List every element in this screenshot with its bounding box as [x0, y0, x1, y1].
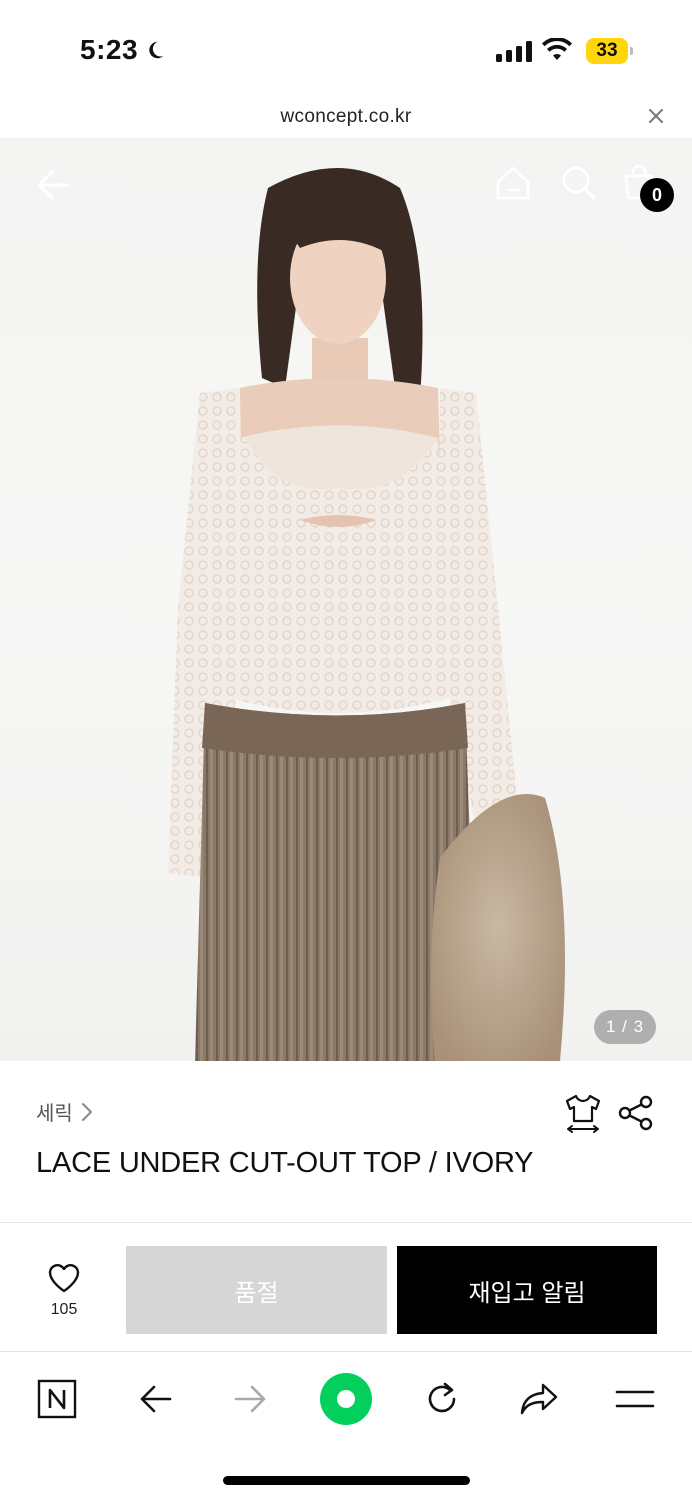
- browser-toolbar: [0, 1352, 692, 1500]
- brand-name[interactable]: 세릭: [36, 1097, 73, 1126]
- product-photo: [168, 168, 565, 1061]
- product-info: 세릭 LACE UNDER CUT-OUT TOP / IVORY: [0, 1061, 692, 1223]
- image-page-indicator: 1 / 3: [594, 1010, 656, 1044]
- product-image[interactable]: 0 1 / 3: [0, 138, 692, 1061]
- forward-icon[interactable]: [233, 1381, 269, 1417]
- search-icon[interactable]: [560, 164, 598, 202]
- heart-icon[interactable]: [47, 1262, 81, 1294]
- menu-icon[interactable]: [615, 1384, 655, 1414]
- product-title: LACE UNDER CUT-OUT TOP / IVORY: [36, 1147, 534, 1179]
- size-guide-icon[interactable]: [564, 1093, 602, 1133]
- wifi-icon: [542, 38, 572, 60]
- url-bar[interactable]: wconcept.co.kr: [0, 100, 692, 138]
- hero-nav: 0: [0, 138, 692, 238]
- reload-icon[interactable]: [423, 1380, 461, 1418]
- clock-time: 5:23: [80, 34, 139, 65]
- close-icon[interactable]: [646, 106, 666, 126]
- naver-n-icon[interactable]: [37, 1379, 77, 1419]
- green-dot-button[interactable]: [319, 1372, 373, 1426]
- purchase-action-bar: 105 품절 재입고 알림: [0, 1224, 692, 1352]
- naver-home-button[interactable]: [32, 1374, 82, 1424]
- reload-button[interactable]: [417, 1374, 467, 1424]
- back-arrow-icon[interactable]: [34, 166, 72, 204]
- home-indicator[interactable]: [223, 1476, 470, 1485]
- like-count: 105: [50, 1301, 78, 1318]
- back-icon[interactable]: [137, 1381, 173, 1417]
- menu-button[interactable]: [610, 1374, 660, 1424]
- brand-link[interactable]: 세릭: [36, 1097, 93, 1126]
- browser-forward-button[interactable]: [226, 1374, 276, 1424]
- clock: 5:23: [80, 34, 166, 66]
- share-page-button[interactable]: [514, 1374, 564, 1424]
- like-button[interactable]: 105: [38, 1262, 90, 1319]
- url-text[interactable]: wconcept.co.kr: [0, 106, 692, 128]
- share-icon[interactable]: [618, 1095, 654, 1131]
- battery-level: 33: [586, 38, 628, 64]
- soldout-button[interactable]: 품절: [126, 1246, 387, 1334]
- battery-icon: 33: [586, 38, 633, 64]
- share-arrow-icon[interactable]: [519, 1381, 559, 1417]
- cellular-signal-icon: [496, 40, 532, 62]
- home-icon[interactable]: [494, 164, 532, 202]
- chevron-right-icon: [81, 1102, 92, 1121]
- status-bar: 5:23 33: [0, 0, 692, 100]
- restock-alert-button[interactable]: 재입고 알림: [397, 1246, 657, 1334]
- green-dot-icon[interactable]: [319, 1372, 373, 1426]
- browser-back-button[interactable]: [130, 1374, 180, 1424]
- cart-count-badge[interactable]: 0: [640, 178, 674, 212]
- moon-icon: [149, 41, 164, 59]
